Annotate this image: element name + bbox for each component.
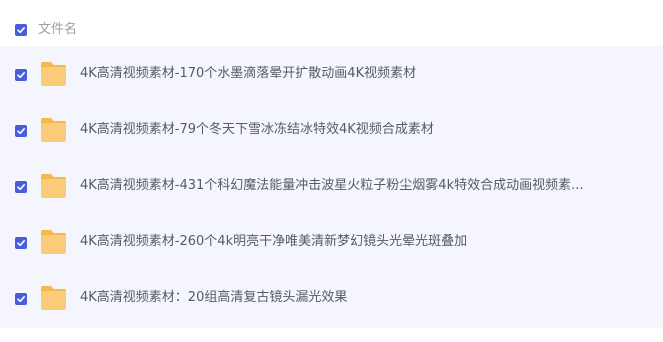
- checkmark-icon: [17, 296, 25, 303]
- checkmark-icon: [17, 240, 25, 247]
- row-checkbox[interactable]: [15, 293, 27, 305]
- row-checkbox[interactable]: [15, 237, 27, 249]
- checkmark-icon: [17, 128, 25, 135]
- checkmark-icon: [17, 27, 25, 34]
- file-name[interactable]: 4K高清视频素材：20组高清复古镜头漏光效果: [80, 289, 347, 307]
- folder-icon: [41, 62, 66, 86]
- folder-icon: [41, 286, 66, 310]
- column-header-filename: 文件名: [38, 22, 78, 37]
- file-name[interactable]: 4K高清视频素材-170个水墨滴落晕开扩散动画4K视频素材: [80, 65, 416, 83]
- file-row[interactable]: 4K高清视频素材-260个4k明亮干净唯美清新梦幻镜头光晕光斑叠加: [0, 215, 663, 271]
- row-checkbox[interactable]: [15, 125, 27, 137]
- file-list: 4K高清视频素材-170个水墨滴落晕开扩散动画4K视频素材 4K高清视频素材-7…: [0, 46, 663, 328]
- row-checkbox[interactable]: [15, 69, 27, 81]
- folder-icon: [41, 174, 66, 198]
- file-row[interactable]: 4K高清视频素材-79个冬天下雪冰冻结冰特效4K视频合成素材: [0, 103, 663, 159]
- file-row[interactable]: 4K高清视频素材：20组高清复古镜头漏光效果: [0, 271, 663, 327]
- select-all-checkbox[interactable]: [15, 24, 27, 36]
- file-list-header: 文件名: [0, 0, 663, 46]
- file-name[interactable]: 4K高清视频素材-431个科幻魔法能量冲击波星火粒子粉尘烟雾4k特效合成动画视频…: [80, 177, 584, 195]
- checkmark-icon: [17, 72, 25, 79]
- file-row[interactable]: 4K高清视频素材-431个科幻魔法能量冲击波星火粒子粉尘烟雾4k特效合成动画视频…: [0, 159, 663, 215]
- file-name[interactable]: 4K高清视频素材-79个冬天下雪冰冻结冰特效4K视频合成素材: [80, 121, 434, 139]
- folder-icon: [41, 118, 66, 142]
- file-name[interactable]: 4K高清视频素材-260个4k明亮干净唯美清新梦幻镜头光晕光斑叠加: [80, 233, 467, 251]
- row-checkbox[interactable]: [15, 181, 27, 193]
- checkmark-icon: [17, 184, 25, 191]
- folder-icon: [41, 230, 66, 254]
- list-bottom-spacer: [0, 328, 663, 342]
- file-row[interactable]: 4K高清视频素材-170个水墨滴落晕开扩散动画4K视频素材: [0, 47, 663, 103]
